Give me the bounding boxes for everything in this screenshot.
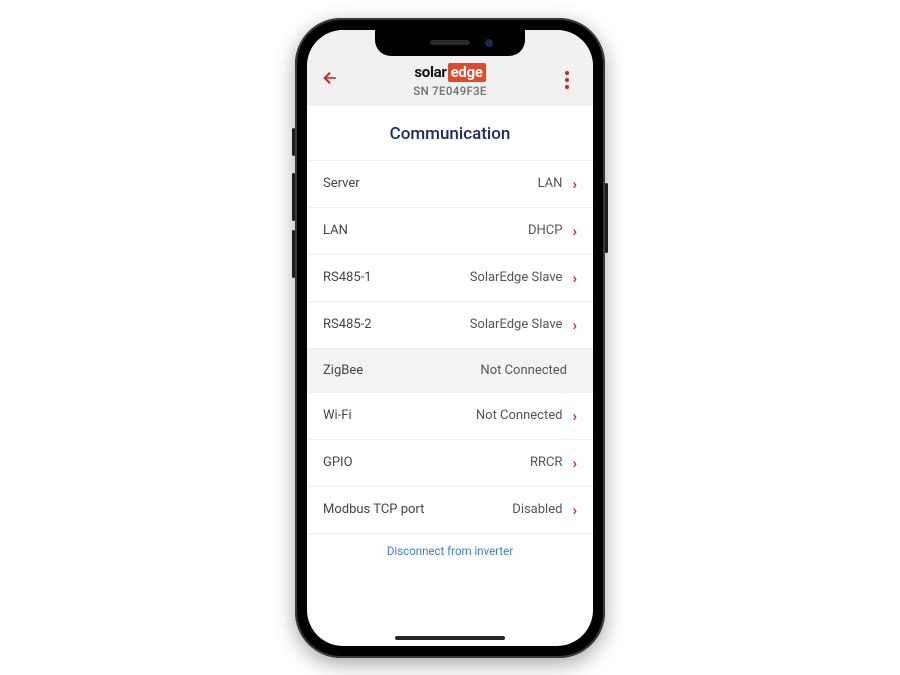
serial-number: SN 7E049F3E: [345, 84, 555, 98]
row-label: Server: [323, 176, 538, 191]
row-label: Modbus TCP port: [323, 502, 512, 517]
chevron-right-icon: ›: [572, 454, 577, 472]
settings-list: ServerLAN›LANDHCP›RS485-1SolarEdge Slave…: [307, 161, 593, 534]
row-value: Disabled: [512, 502, 562, 517]
row-label: RS485-2: [323, 317, 470, 332]
chevron-right-icon: ›: [572, 407, 577, 425]
row-wifi[interactable]: Wi-FiNot Connected ›: [307, 393, 593, 440]
row-label: GPIO: [323, 455, 530, 470]
row-label: RS485-1: [323, 270, 470, 285]
logo-block: solaredge SN 7E049F3E: [345, 62, 555, 98]
row-label: Wi-Fi: [323, 408, 476, 423]
logo-text-edge: edge: [448, 63, 486, 82]
brand-logo: solaredge: [414, 63, 485, 81]
row-value: Not Connected: [476, 408, 563, 423]
row-modbus-tcp-port[interactable]: Modbus TCP portDisabled ›: [307, 487, 593, 534]
row-value: SolarEdge Slave: [470, 317, 563, 332]
row-lan[interactable]: LANDHCP ›: [307, 208, 593, 255]
dots-icon: [565, 71, 569, 75]
page-title: Communication: [307, 106, 593, 161]
chevron-right-icon: ›: [572, 175, 577, 193]
back-button[interactable]: [321, 69, 345, 90]
row-value: RRCR: [530, 455, 563, 470]
dots-icon: [565, 78, 569, 82]
dots-icon: [565, 85, 569, 89]
row-value: Not Connected: [480, 363, 567, 378]
front-camera: [485, 39, 493, 47]
phone-side-button: [292, 173, 295, 221]
row-server[interactable]: ServerLAN ›: [307, 161, 593, 208]
phone-side-button: [605, 183, 608, 253]
more-menu-button[interactable]: [555, 71, 579, 89]
chevron-right-icon: ›: [572, 222, 577, 240]
row-rs485-2[interactable]: RS485-2SolarEdge Slave ›: [307, 302, 593, 349]
row-label: LAN: [323, 223, 528, 238]
chevron-right-icon: ›: [572, 501, 577, 519]
chevron-right-icon: ›: [572, 316, 577, 334]
row-value: SolarEdge Slave: [470, 270, 563, 285]
phone-frame: solaredge SN 7E049F3E Communication Serv…: [295, 18, 605, 658]
speaker: [430, 40, 470, 45]
phone-side-button: [292, 128, 295, 156]
row-label: ZigBee: [323, 363, 480, 378]
logo-text-solar: solar: [414, 63, 446, 81]
row-gpio[interactable]: GPIORRCR ›: [307, 440, 593, 487]
phone-side-button: [292, 230, 295, 278]
row-rs485-1[interactable]: RS485-1SolarEdge Slave ›: [307, 255, 593, 302]
row-value: LAN: [538, 176, 563, 191]
row-value: DHCP: [528, 223, 562, 238]
chevron-right-icon: ›: [572, 269, 577, 287]
disconnect-link[interactable]: Disconnect from inverter: [307, 534, 593, 558]
row-zigbee: ZigBeeNot Connected: [307, 349, 593, 393]
phone-notch: [375, 30, 525, 56]
phone-screen: solaredge SN 7E049F3E Communication Serv…: [307, 30, 593, 646]
home-indicator: [395, 636, 505, 640]
back-arrow-icon: [321, 69, 339, 87]
